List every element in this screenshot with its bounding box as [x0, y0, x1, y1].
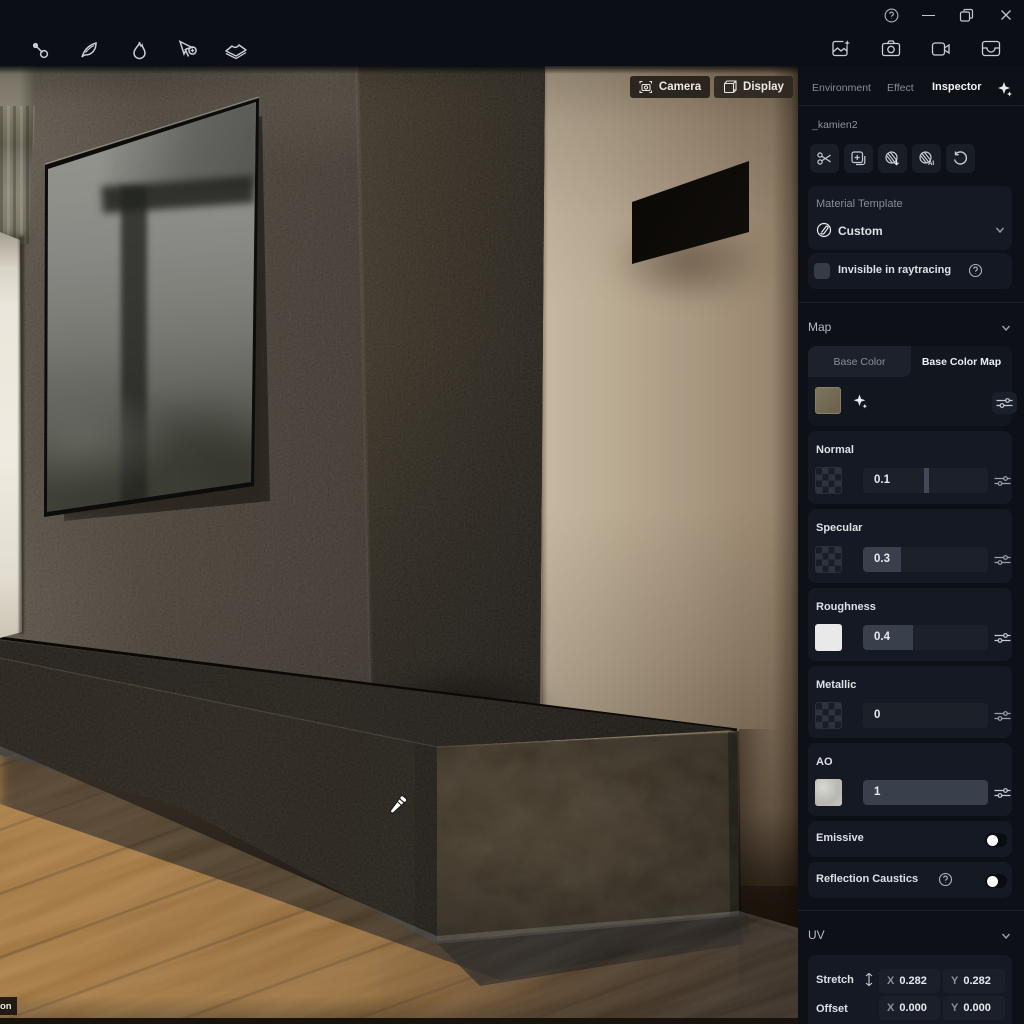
svg-text:AI: AI — [928, 161, 934, 167]
